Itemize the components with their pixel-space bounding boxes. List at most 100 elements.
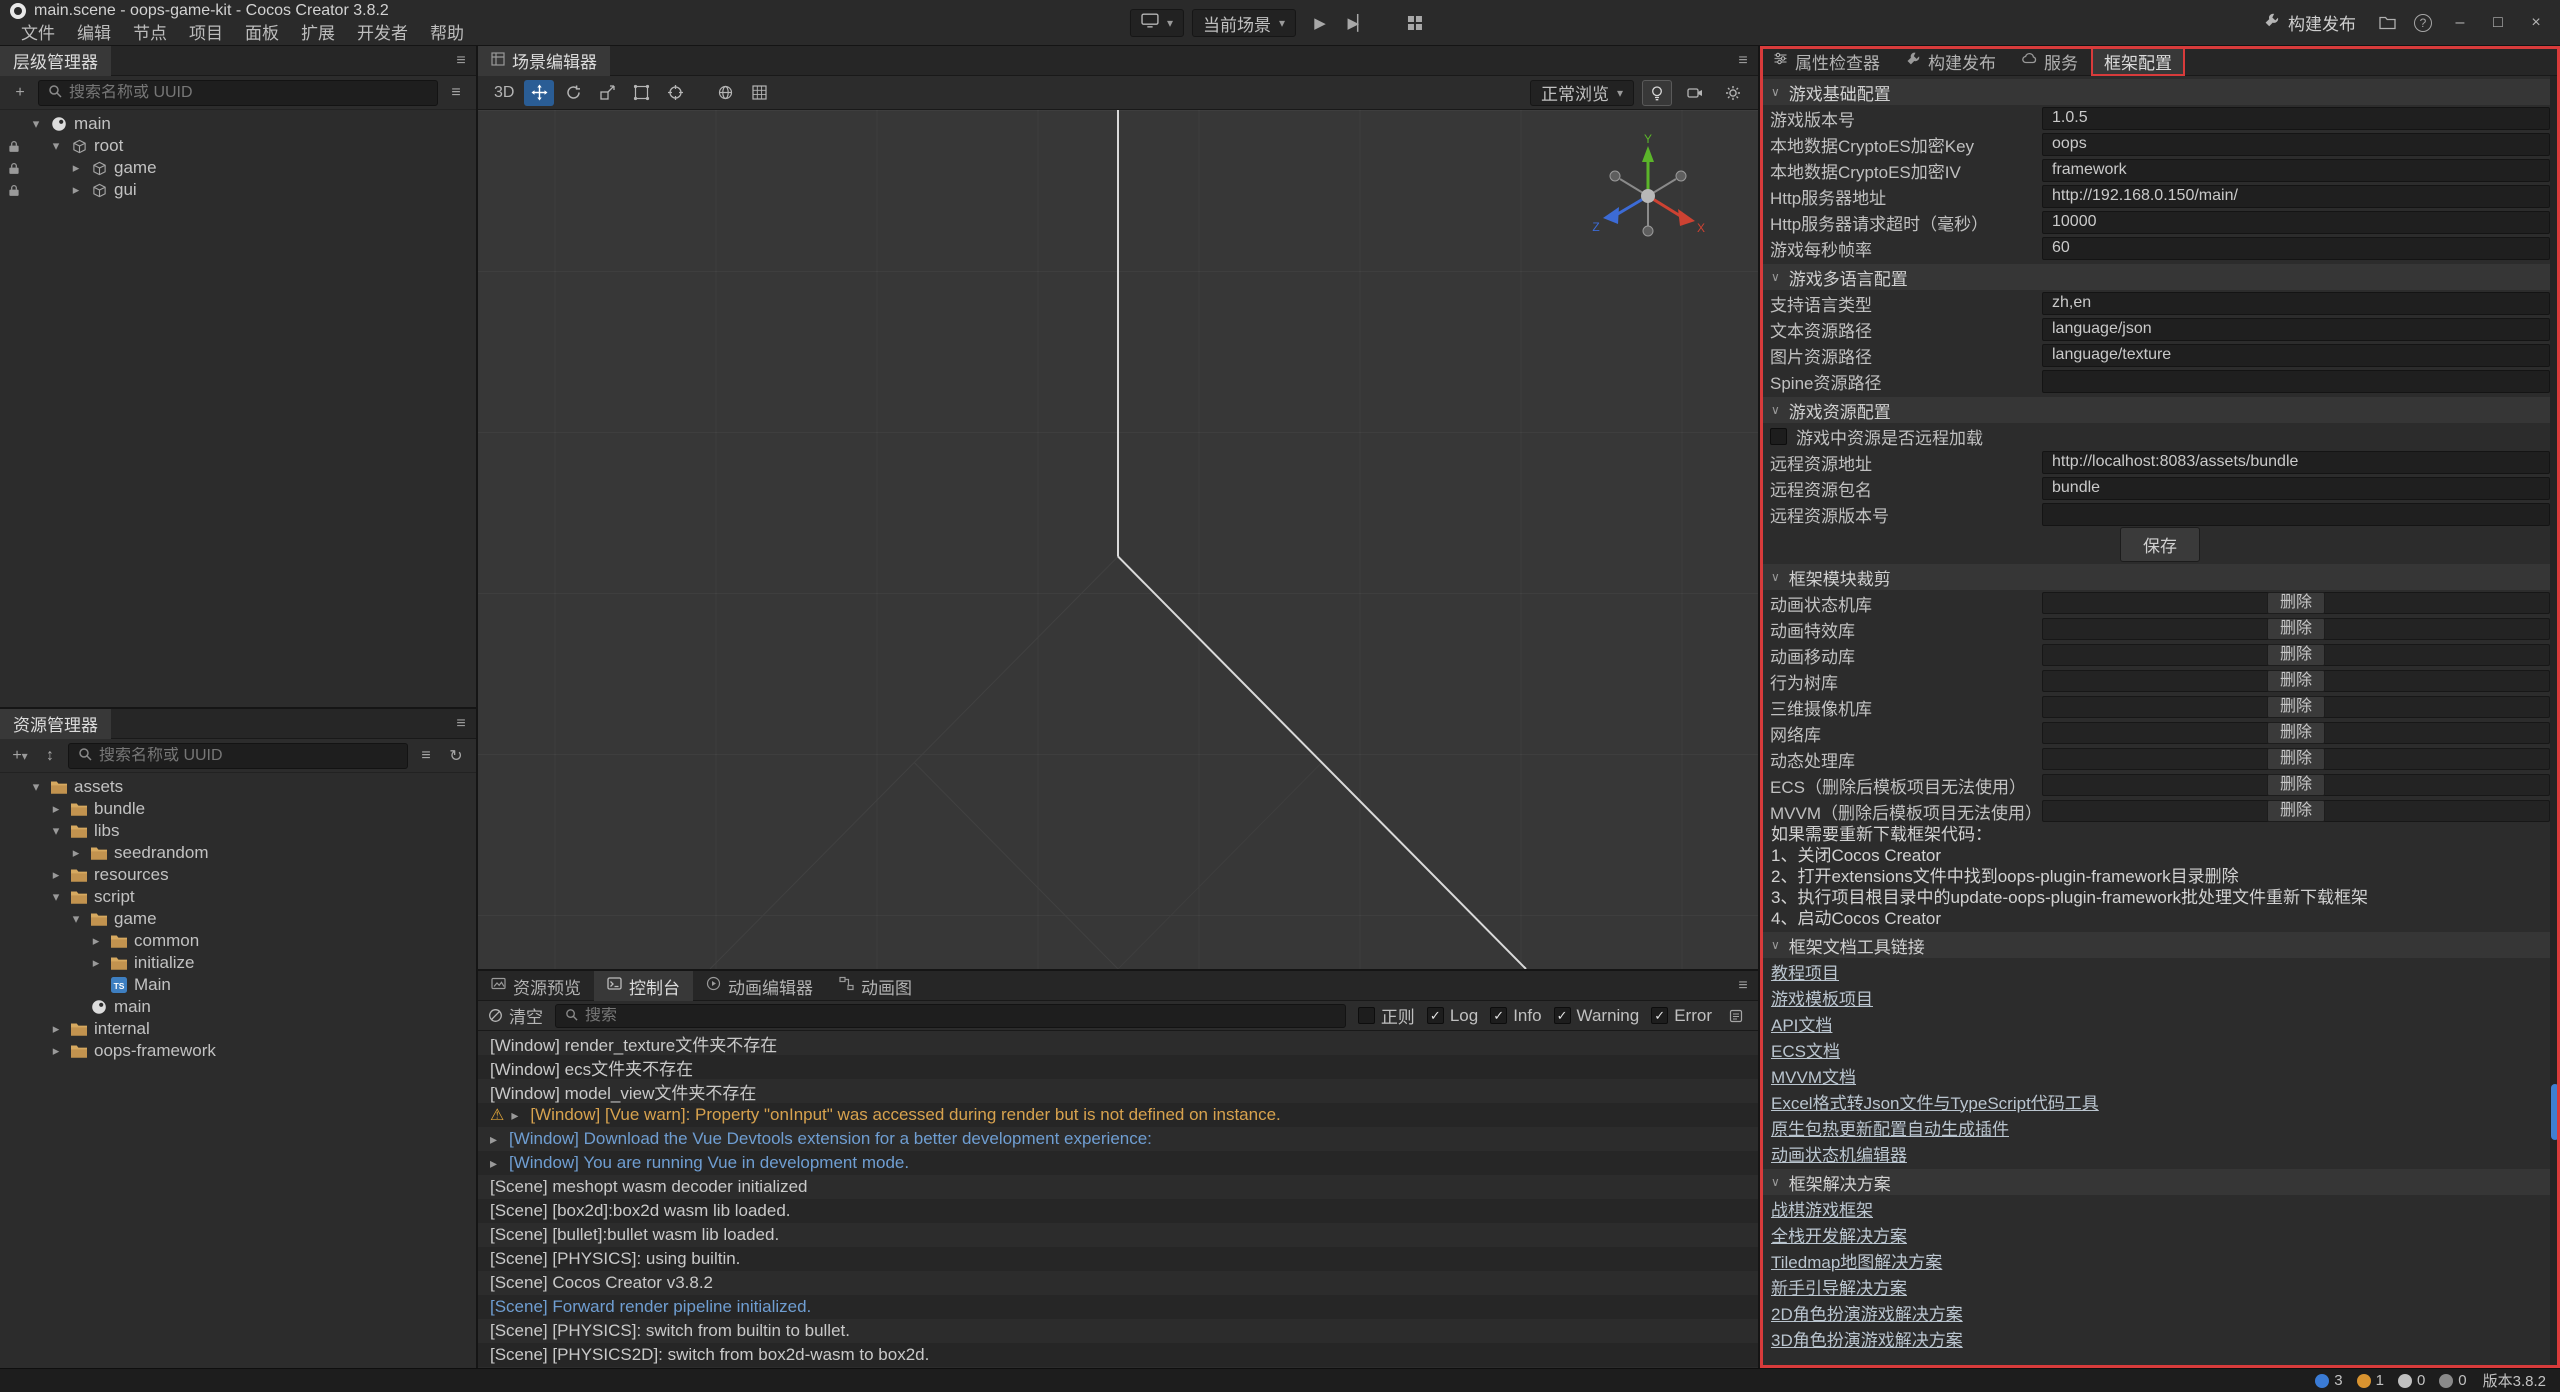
asset-node[interactable]: ▾script: [0, 886, 476, 908]
console-search-box[interactable]: [555, 1004, 1346, 1028]
inspector-tab-1[interactable]: 构建发布: [1893, 46, 2009, 76]
menu-item-6[interactable]: 开发者: [346, 23, 419, 45]
asset-node[interactable]: ▸common: [0, 930, 476, 952]
scene-select[interactable]: 当前场景 ▾: [1192, 9, 1296, 37]
scene-viewport[interactable]: Y X Z: [478, 110, 1758, 969]
expand-arrow-icon[interactable]: ▸: [490, 1131, 502, 1148]
menu-item-1[interactable]: 编辑: [66, 23, 122, 45]
menu-item-2[interactable]: 节点: [122, 23, 178, 45]
property-input[interactable]: [2042, 133, 2550, 156]
property-input[interactable]: [2042, 370, 2550, 393]
hierarchy-node[interactable]: ▾root: [0, 135, 476, 157]
property-input[interactable]: [2042, 318, 2550, 341]
create-asset-button[interactable]: +▾: [8, 744, 32, 768]
console-tab-2[interactable]: 动画编辑器: [693, 971, 826, 1001]
checkbox-icon[interactable]: ✓: [1427, 1007, 1444, 1024]
log-row[interactable]: [Scene] meshopt wasm decoder initialized: [478, 1175, 1758, 1199]
sort-assets-icon[interactable]: ↕: [38, 744, 62, 768]
pivot-tool-icon[interactable]: [660, 80, 690, 106]
expand-arrow-icon[interactable]: ▸: [490, 1155, 502, 1172]
inspector-tab-3[interactable]: 框架配置: [2091, 46, 2185, 76]
inspector-tab-0[interactable]: 属性检查器: [1760, 46, 1893, 76]
folder-open-icon[interactable]: [2370, 8, 2404, 38]
status-count-notice[interactable]: 0: [2439, 1372, 2466, 1389]
log-detail-icon[interactable]: [1724, 1004, 1748, 1028]
property-input[interactable]: [2042, 237, 2550, 260]
create-node-button[interactable]: +: [8, 81, 32, 105]
asset-node[interactable]: ▸resources: [0, 864, 476, 886]
property-input[interactable]: [2042, 211, 2550, 234]
collapse-arrow-icon[interactable]: ▾: [28, 116, 44, 132]
doc-link[interactable]: Excel格式转Json文件与TypeScript代码工具: [1771, 1089, 2099, 1114]
expand-arrow-icon[interactable]: ▸: [88, 955, 104, 971]
asset-node[interactable]: ▾assets: [0, 776, 476, 798]
orientation-gizmo[interactable]: Y X Z: [1588, 134, 1708, 254]
checkbox-icon[interactable]: ✓: [1651, 1007, 1668, 1024]
assets-search-box[interactable]: [68, 743, 408, 769]
section-header[interactable]: ∨框架解决方案: [1760, 1169, 2560, 1195]
menu-item-5[interactable]: 扩展: [290, 23, 346, 45]
doc-link[interactable]: MVVM文档: [1771, 1063, 1856, 1088]
asset-node[interactable]: TSMain: [0, 974, 476, 996]
collapse-arrow-icon[interactable]: ▾: [68, 911, 84, 927]
log-row[interactable]: [Window] render_texture文件夹不存在: [478, 1031, 1758, 1055]
save-button[interactable]: 保存: [2120, 527, 2200, 562]
expand-arrow-icon[interactable]: ▸: [68, 845, 84, 861]
delete-button[interactable]: 删除: [2267, 696, 2325, 718]
log-row[interactable]: ⚠▸[Window] [Vue warn]: Property "onInput…: [478, 1103, 1758, 1127]
hierarchy-search-box[interactable]: [38, 80, 438, 106]
scene-camera-icon[interactable]: [1680, 80, 1710, 106]
menu-item-7[interactable]: 帮助: [419, 23, 475, 45]
section-header[interactable]: ∨框架模块裁剪: [1760, 564, 2560, 590]
log-row[interactable]: [Scene] Cocos Creator v3.8.2: [478, 1271, 1758, 1295]
tab-hierarchy[interactable]: 层级管理器: [0, 46, 111, 76]
panel-menu-icon[interactable]: ≡: [446, 709, 476, 739]
expand-arrow-icon[interactable]: ▸: [48, 867, 64, 883]
doc-link[interactable]: 3D角色扮演游戏解决方案: [1771, 1326, 1963, 1351]
doc-link[interactable]: 教程项目: [1771, 959, 1839, 984]
asset-node[interactable]: ▸bundle: [0, 798, 476, 820]
console-filter-log[interactable]: ✓Log: [1427, 1006, 1478, 1026]
asset-node[interactable]: ▸internal: [0, 1018, 476, 1040]
console-filter-warning[interactable]: ✓Warning: [1554, 1006, 1640, 1026]
property-input[interactable]: [2042, 451, 2550, 474]
menu-item-3[interactable]: 项目: [178, 23, 234, 45]
doc-link[interactable]: 全栈开发解决方案: [1771, 1222, 1907, 1247]
asset-node[interactable]: ▾libs: [0, 820, 476, 842]
console-tab-3[interactable]: 动画图: [826, 971, 925, 1001]
tab-assets[interactable]: 资源管理器: [0, 709, 111, 739]
status-count-warning[interactable]: 1: [2357, 1372, 2384, 1389]
log-row[interactable]: [Scene] [PHYSICS]: using builtin.: [478, 1247, 1758, 1271]
move-tool-icon[interactable]: [524, 80, 554, 106]
asset-node[interactable]: ▸oops-framework: [0, 1040, 476, 1062]
log-row[interactable]: [Scene] Forward render pipeline initiali…: [478, 1295, 1758, 1319]
assets-search-input[interactable]: [99, 747, 398, 765]
world-coordinate-icon[interactable]: [710, 80, 740, 106]
scene-settings-gear-icon[interactable]: [1718, 80, 1748, 106]
delete-button[interactable]: 删除: [2267, 592, 2325, 614]
log-row[interactable]: [Window] ecs文件夹不存在: [478, 1055, 1758, 1079]
log-row[interactable]: [Scene] [PHYSICS2D]: switch from box2d-w…: [478, 1343, 1758, 1367]
collapse-arrow-icon[interactable]: ▾: [48, 889, 64, 905]
expand-arrow-icon[interactable]: ▸: [88, 933, 104, 949]
property-input[interactable]: [2042, 344, 2550, 367]
doc-link[interactable]: Tiledmap地图解决方案: [1771, 1248, 1942, 1273]
scrollbar-thumb[interactable]: [2551, 1084, 2559, 1140]
doc-link[interactable]: 原生包热更新配置自动生成插件: [1771, 1115, 2009, 1140]
doc-link[interactable]: API文档: [1771, 1011, 1832, 1036]
delete-button[interactable]: 删除: [2267, 800, 2325, 822]
delete-button[interactable]: 删除: [2267, 644, 2325, 666]
hierarchy-node[interactable]: ▸game: [0, 157, 476, 179]
rotate-tool-icon[interactable]: [558, 80, 588, 106]
collapse-arrow-icon[interactable]: ▾: [28, 779, 44, 795]
log-row[interactable]: [Scene] [PHYSICS]: switch from builtin t…: [478, 1319, 1758, 1343]
console-filter-info[interactable]: ✓Info: [1490, 1006, 1541, 1026]
regex-filter[interactable]: 正则: [1358, 1003, 1415, 1028]
property-input[interactable]: [2042, 477, 2550, 500]
property-input[interactable]: [2042, 292, 2550, 315]
expand-arrow-icon[interactable]: ▸: [68, 160, 84, 176]
checkbox-icon[interactable]: ✓: [1554, 1007, 1571, 1024]
inspector-scrollbar[interactable]: [2550, 76, 2560, 1368]
lock-icon[interactable]: [8, 160, 20, 180]
panel-menu-icon[interactable]: ≡: [446, 46, 476, 76]
